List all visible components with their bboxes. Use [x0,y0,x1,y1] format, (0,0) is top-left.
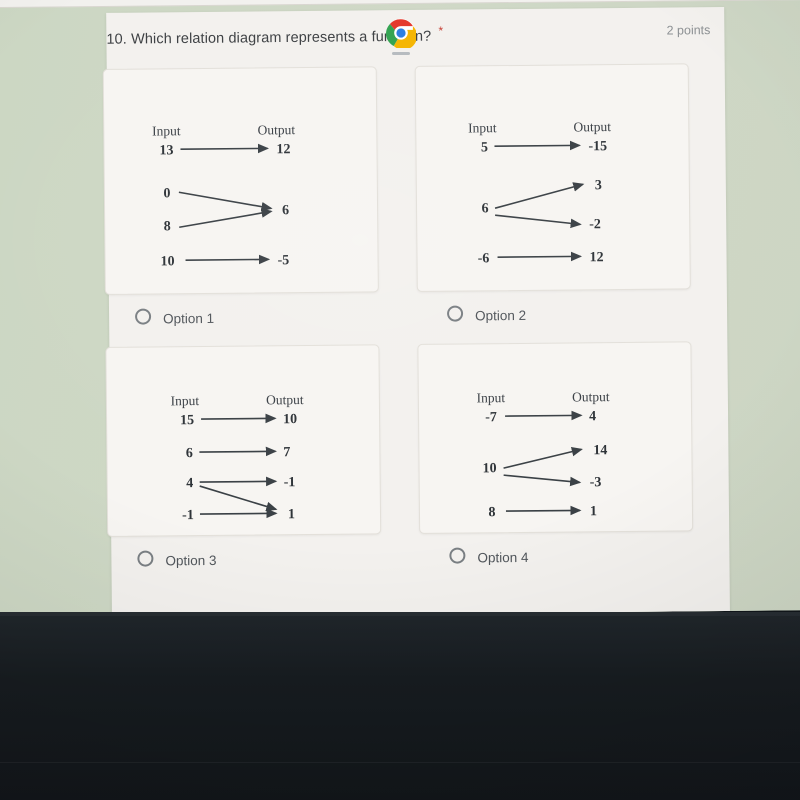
diagram-2-output-3: 12 [589,250,603,265]
option-4-choice-row[interactable]: Option 4 [419,543,697,570]
diagram-3-input-3: -1 [182,508,194,523]
radio-option-3[interactable] [137,550,154,567]
desk-seam [0,762,800,763]
radio-option-1[interactable] [135,308,152,325]
diagram-1-input-3: 10 [160,254,174,269]
required-asterisk: * [438,23,444,38]
diagram-3-output-3: 1 [288,507,295,522]
diagram-1-output-2: -5 [277,253,289,268]
options-grid: Input Output 13 0 8 10 12 6 -5 Option 1 … [102,63,725,568]
option-2-label: Option 2 [475,307,527,323]
option-3-choice-row[interactable]: Option 3 [107,546,385,573]
option-4-column: Input Output -7 10 8 4 14 -3 1 Option 4 [417,341,697,570]
question-card: 10. Which relation diagram represents a … [102,6,731,618]
option-4-image[interactable]: Input Output -7 10 8 4 14 -3 1 [417,341,694,534]
option-1-column: Input Output 13 0 8 10 12 6 -5 Option 1 [102,66,384,331]
relation-diagram-4: Input Output -7 10 8 4 14 -3 1 [477,389,610,520]
option-1-image[interactable]: Input Output 13 0 8 10 12 6 -5 [102,66,379,295]
diagram-1-output-1: 6 [282,203,289,218]
diagram-1-output-header: Output [257,122,295,137]
taskbar-shelf [0,612,800,800]
diagram-1-output-0: 12 [276,142,290,157]
diagram-2-input-1: 6 [481,201,488,216]
diagram-2-output-1: 3 [595,178,602,193]
diagram-1-input-2: 8 [164,219,171,234]
diagram-3-input-2: 4 [186,476,193,491]
option-3-column: Input Output 15 6 4 -1 10 7 -1 1 Option … [105,344,385,573]
diagram-1-arrows [178,143,273,265]
option-3-image[interactable]: Input Output 15 6 4 -1 10 7 -1 1 [105,344,382,537]
diagram-1-input-header: Input [152,123,181,138]
diagram-4-input-2: 8 [488,505,495,520]
chrome-running-indicator [392,52,410,55]
diagram-3-input-header: Input [171,393,200,408]
chrome-icon[interactable] [386,18,418,50]
diagram-3-input-1: 6 [186,446,193,461]
option-1-choice-row[interactable]: Option 1 [105,304,383,331]
points-badge: 2 points [666,23,711,38]
diagram-3-output-header: Output [266,392,304,407]
option-2-column: Input Output 5 6 -6 -15 3 -2 12 Option 2 [414,63,696,328]
diagram-4-output-1: 14 [593,443,607,458]
diagram-4-input-1: 10 [482,461,496,476]
diagram-3-output-0: 10 [283,412,297,427]
diagram-2-output-2: -2 [589,217,601,232]
option-1-label: Option 1 [163,310,215,326]
laptop-screen: 10. Which relation diagram represents a … [0,0,800,618]
diagram-3-output-1: 7 [283,445,290,460]
screenshot-root: 10. Which relation diagram represents a … [0,0,800,800]
diagram-3-output-2: -1 [284,475,296,490]
diagram-1-input-1: 0 [163,186,170,201]
option-4-label: Option 4 [477,549,529,565]
diagram-4-output-header: Output [572,389,610,404]
option-2-image[interactable]: Input Output 5 6 -6 -15 3 -2 12 [414,63,691,292]
diagram-2-output-0: -15 [588,139,607,154]
diagram-1-input-0: 13 [159,143,173,158]
diagram-2-input-2: -6 [478,251,490,266]
radio-option-4[interactable] [449,547,466,564]
diagram-2-input-0: 5 [481,140,488,155]
diagram-2-arrows [494,140,585,262]
diagram-4-output-3: 1 [590,504,597,519]
diagram-4-input-header: Input [477,390,506,405]
diagram-4-output-2: -3 [590,475,602,490]
relation-diagram-1: Input Output 13 0 8 10 12 6 -5 [152,122,295,269]
option-3-label: Option 3 [165,552,217,568]
option-2-choice-row[interactable]: Option 2 [417,301,695,328]
diagram-4-output-0: 4 [589,409,596,424]
diagram-4-input-0: -7 [485,410,497,425]
question-number: 10. [106,31,127,48]
diagram-2-input-header: Input [468,120,497,135]
diagram-4-arrows [503,410,583,516]
relation-diagram-2: Input Output 5 6 -6 -15 3 -2 12 [468,119,611,266]
diagram-3-input-0: 15 [180,413,194,428]
google-forms-background: 10. Which relation diagram represents a … [0,0,800,618]
shelf-top-edge [0,612,800,616]
diagram-2-output-header: Output [573,119,611,134]
radio-option-2[interactable] [446,305,464,322]
relation-diagram-3: Input Output 15 6 4 -1 10 7 -1 1 [171,392,304,523]
diagram-3-arrows [199,413,278,519]
